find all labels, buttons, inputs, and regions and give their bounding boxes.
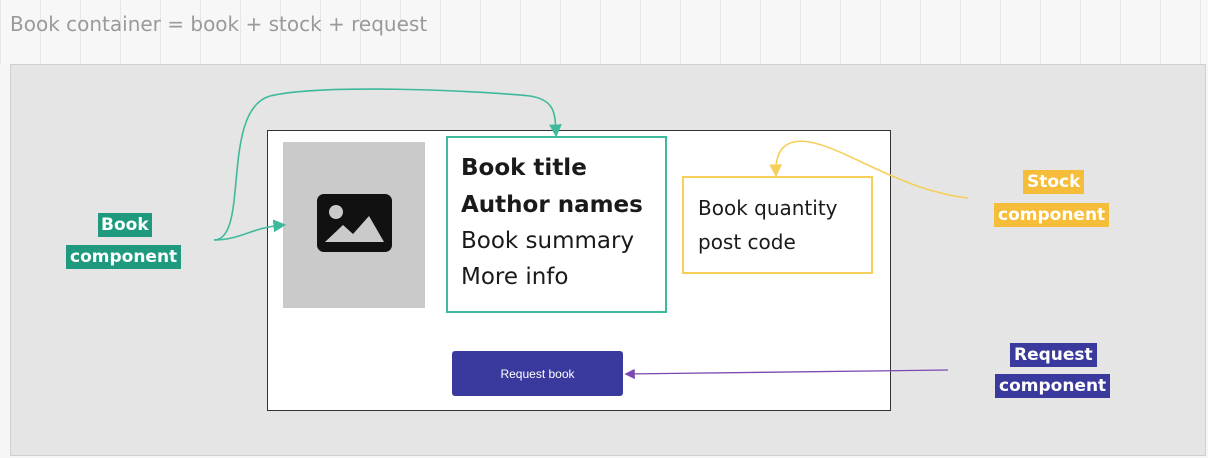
book-to-info-arrow [213,88,562,241]
request-to-button-arrow [624,368,949,380]
book-to-image-arrow [213,219,287,241]
connector-arrows [213,88,969,380]
stock-to-stockbox-arrow [769,140,969,199]
